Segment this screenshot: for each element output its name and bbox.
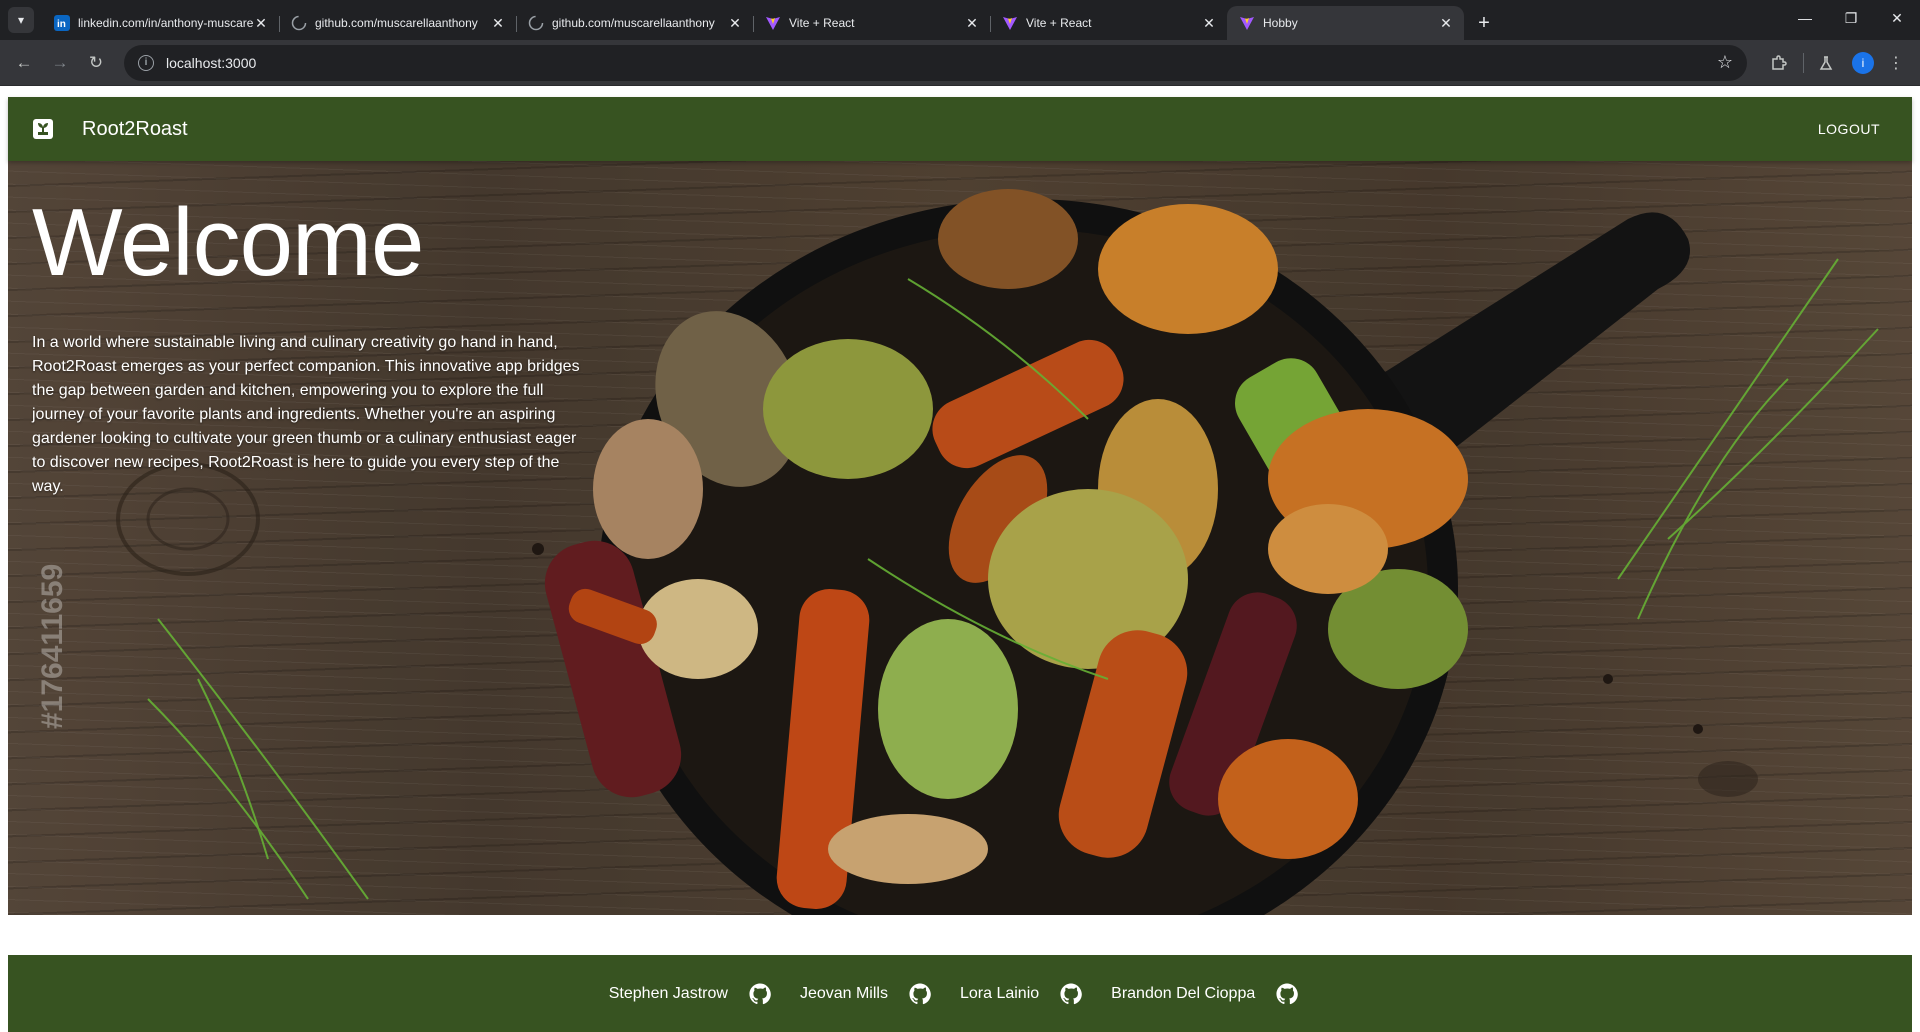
browser-tab-strip: ▾ in linkedin.com/in/anthony-muscarella …: [0, 0, 1920, 40]
back-arrow-icon[interactable]: ←: [8, 47, 40, 79]
browser-tab-github-1[interactable]: github.com/muscarellaanthony ✕: [279, 6, 516, 40]
github-icon[interactable]: [908, 982, 932, 1006]
hero-content: Welcome In a world where sustainable liv…: [32, 187, 592, 499]
brand-title[interactable]: Root2Roast: [82, 118, 1810, 141]
plant-logo-icon[interactable]: [32, 118, 54, 140]
svg-text:in: in: [57, 19, 66, 30]
tab-title: Vite + React: [1026, 16, 1092, 30]
hero-banner: #176411659 Welcome In a world where sust…: [8, 159, 1912, 915]
tab-close-icon[interactable]: ✕: [964, 15, 980, 31]
tab-close-icon[interactable]: ✕: [1438, 15, 1454, 31]
menu-kebab-icon[interactable]: ⋮: [1880, 47, 1912, 79]
credit-name: Stephen Jastrow: [608, 984, 728, 1002]
tab-search-chevron-icon[interactable]: ▾: [8, 7, 34, 33]
credit-brandon-del-cioppa: Brandon Del Cioppa: [1111, 982, 1311, 1006]
extensions-puzzle-icon[interactable]: [1763, 47, 1795, 79]
minimize-icon[interactable]: —: [1782, 0, 1828, 36]
loading-icon: [291, 15, 307, 31]
credit-stephen-jastrow: Stephen Jastrow: [609, 982, 784, 1006]
site-info-icon[interactable]: i: [138, 54, 154, 71]
tab-close-icon[interactable]: ✕: [1201, 15, 1217, 31]
page-viewport: Root2Roast LOGOUT #176411659 Welcome In …: [0, 87, 1920, 1032]
browser-tab-linkedin[interactable]: in linkedin.com/in/anthony-muscarella ✕: [42, 6, 279, 40]
tab-title: github.com/muscarellaanthony: [315, 16, 478, 30]
vite-icon: [1239, 15, 1255, 31]
tab-title: Hobby: [1263, 16, 1298, 30]
browser-tab-vite-2[interactable]: Vite + React ✕: [990, 6, 1227, 40]
stock-watermark: #176411659: [36, 563, 69, 729]
profile-avatar[interactable]: i: [1852, 51, 1874, 74]
new-tab-plus-icon[interactable]: +: [1470, 9, 1498, 37]
app-navbar: Root2Roast LOGOUT: [8, 97, 1912, 161]
vite-icon: [1002, 15, 1018, 31]
forward-arrow-icon[interactable]: →: [44, 47, 76, 79]
browser-tab-github-2[interactable]: github.com/muscarellaanthony ✕: [516, 6, 753, 40]
browser-toolbar: ← → ↻ i localhost:3000 ☆ i ⋮: [0, 40, 1920, 86]
address-text[interactable]: localhost:3000: [166, 55, 1717, 71]
address-bar[interactable]: i localhost:3000 ☆: [124, 44, 1747, 81]
vite-icon: [765, 15, 781, 31]
github-icon[interactable]: [1275, 982, 1299, 1006]
credit-name: Brandon Del Cioppa: [1111, 984, 1256, 1002]
github-icon[interactable]: [748, 982, 772, 1006]
tab-close-icon[interactable]: ✕: [490, 15, 506, 31]
loading-icon: [528, 15, 544, 31]
toolbar-divider: [1803, 52, 1804, 73]
tab-close-icon[interactable]: ✕: [253, 15, 269, 31]
welcome-description: In a world where sustainable living and …: [32, 334, 580, 495]
labs-flask-icon[interactable]: [1810, 47, 1842, 79]
bookmark-star-icon[interactable]: ☆: [1717, 52, 1733, 73]
close-window-icon[interactable]: ✕: [1874, 0, 1920, 36]
github-icon[interactable]: [1059, 982, 1083, 1006]
window-controls: — ❐ ✕: [1782, 0, 1920, 40]
credit-name: Lora Lainio: [959, 984, 1040, 1002]
tab-title: Vite + React: [789, 16, 855, 30]
tab-title: github.com/muscarellaanthony: [552, 16, 715, 30]
browser-tab-vite-1[interactable]: Vite + React ✕: [753, 6, 990, 40]
credit-lora-lainio: Lora Lainio: [960, 982, 1095, 1006]
linkedin-icon: in: [54, 15, 70, 31]
tab-close-icon[interactable]: ✕: [727, 15, 743, 31]
credit-name: Jeovan Mills: [799, 984, 888, 1002]
credits-footer: Stephen Jastrow Jeovan Mills Lora Lainio…: [8, 955, 1912, 1032]
credit-jeovan-mills: Jeovan Mills: [800, 982, 944, 1006]
logout-button[interactable]: LOGOUT: [1810, 115, 1888, 143]
restore-icon[interactable]: ❐: [1828, 0, 1874, 36]
tab-title: linkedin.com/in/anthony-muscarella: [78, 16, 253, 30]
reload-icon[interactable]: ↻: [80, 47, 112, 79]
welcome-heading: Welcome: [32, 189, 424, 296]
browser-tab-hobby[interactable]: Hobby ✕: [1227, 6, 1464, 40]
